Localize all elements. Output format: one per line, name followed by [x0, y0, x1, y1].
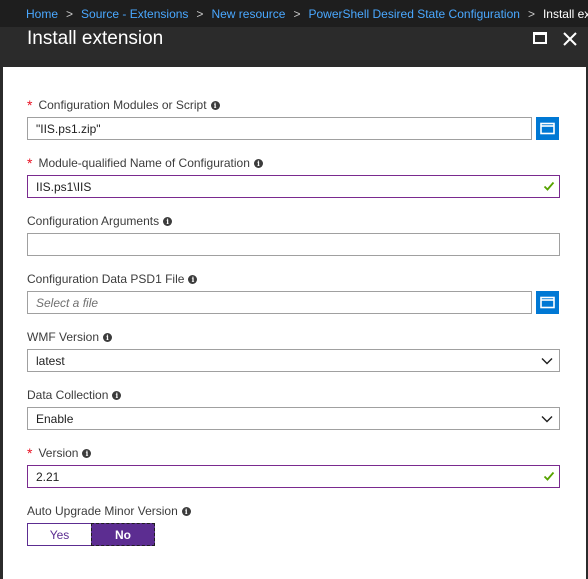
- version-value: 2.21: [36, 469, 60, 484]
- config-args-label: Configuration Arguments i: [27, 213, 173, 229]
- breadcrumb: Home > Source - Extensions > New resourc…: [0, 0, 588, 27]
- breadcrumb-separator: >: [196, 6, 204, 21]
- wmf-version-label-text: WMF Version: [27, 330, 100, 344]
- auto-upgrade-no-option[interactable]: No: [91, 523, 155, 546]
- version-label-text: Version: [38, 446, 79, 460]
- version-input[interactable]: 2.21: [27, 465, 560, 488]
- close-button[interactable]: [559, 28, 581, 50]
- breadcrumb-new-resource[interactable]: New resource: [211, 7, 285, 21]
- config-data-placeholder: Select a file: [36, 295, 99, 310]
- blade-header: Install extension: [0, 27, 588, 67]
- wmf-version-value: latest: [36, 353, 65, 368]
- wmf-version-select[interactable]: latest: [27, 349, 560, 372]
- auto-upgrade-label: Auto Upgrade Minor Version i: [27, 503, 191, 519]
- auto-upgrade-label-text: Auto Upgrade Minor Version: [27, 504, 178, 518]
- data-collection-label-text: Data Collection: [27, 388, 109, 402]
- module-name-input[interactable]: IIS.ps1\IIS: [27, 175, 560, 198]
- config-modules-value: "IIS.ps1.zip": [36, 121, 101, 136]
- info-icon[interactable]: i: [163, 216, 173, 226]
- info-icon[interactable]: i: [112, 390, 122, 400]
- info-icon[interactable]: i: [82, 448, 92, 458]
- required-asterisk: *: [27, 97, 33, 113]
- breadcrumb-current: Install extension: [542, 6, 588, 21]
- config-args-input[interactable]: [27, 233, 560, 256]
- chevron-down-icon: [541, 416, 553, 423]
- config-modules-browse-button[interactable]: [536, 117, 559, 140]
- module-name-label: * Module-qualified Name of Configuration…: [27, 155, 263, 171]
- folder-icon: [540, 122, 555, 135]
- required-asterisk: *: [27, 445, 33, 461]
- breadcrumb-separator: >: [66, 6, 74, 21]
- version-label: * Version i: [27, 445, 92, 461]
- maximize-button[interactable]: [529, 28, 551, 50]
- config-modules-label: * Configuration Modules or Script i: [27, 97, 220, 113]
- page-title: Install extension: [27, 28, 164, 49]
- checkmark-icon: [543, 471, 555, 481]
- close-icon: [563, 32, 577, 46]
- breadcrumb-separator: >: [527, 6, 535, 21]
- auto-upgrade-yes-option[interactable]: Yes: [27, 523, 91, 546]
- folder-icon: [540, 296, 555, 309]
- breadcrumb-separator: >: [293, 6, 301, 21]
- config-modules-input[interactable]: "IIS.ps1.zip": [27, 117, 532, 140]
- module-name-value: IIS.ps1\IIS: [36, 179, 92, 194]
- breadcrumb-home[interactable]: Home: [26, 7, 58, 21]
- info-icon[interactable]: i: [188, 274, 198, 284]
- info-icon[interactable]: i: [181, 506, 191, 516]
- data-collection-value: Enable: [36, 411, 74, 426]
- breadcrumb-source-extensions[interactable]: Source - Extensions: [81, 7, 188, 21]
- config-data-browse-button[interactable]: [536, 291, 559, 314]
- data-collection-label: Data Collection i: [27, 387, 122, 403]
- checkmark-icon: [543, 181, 555, 191]
- config-modules-label-text: Configuration Modules or Script: [38, 98, 207, 112]
- config-data-label-text: Configuration Data PSD1 File: [27, 272, 185, 286]
- module-name-label-text: Module-qualified Name of Configuration: [38, 156, 250, 170]
- required-asterisk: *: [27, 155, 33, 171]
- install-extension-form: * Configuration Modules or Script i "IIS…: [3, 67, 586, 579]
- config-data-label: Configuration Data PSD1 File i: [27, 271, 198, 287]
- data-collection-select[interactable]: Enable: [27, 407, 560, 430]
- auto-upgrade-toggle: Yes No: [27, 523, 155, 546]
- wmf-version-label: WMF Version i: [27, 329, 113, 345]
- info-icon[interactable]: i: [210, 100, 220, 110]
- info-icon[interactable]: i: [103, 332, 113, 342]
- breadcrumb-powershell-dsc[interactable]: PowerShell Desired State Configuration: [308, 7, 519, 21]
- info-icon[interactable]: i: [253, 158, 263, 168]
- config-args-label-text: Configuration Arguments: [27, 214, 160, 228]
- chevron-down-icon: [541, 358, 553, 365]
- config-data-input[interactable]: Select a file: [27, 291, 532, 314]
